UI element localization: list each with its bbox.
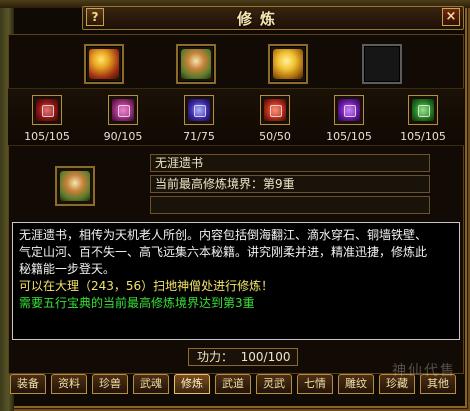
tab-cultivation[interactable]: 修炼 bbox=[174, 374, 210, 394]
red-book-icon bbox=[89, 49, 119, 79]
power-display: 功力： 100/100 bbox=[188, 348, 298, 366]
tab-emotions[interactable]: 七情 bbox=[297, 374, 333, 394]
skill-book-5[interactable] bbox=[334, 95, 364, 125]
treasure-slot-2[interactable] bbox=[176, 44, 216, 84]
tab-equipment[interactable]: 装备 bbox=[10, 374, 46, 394]
treasure-slot-3[interactable] bbox=[268, 44, 308, 84]
selected-item-extra bbox=[150, 196, 430, 214]
description-line-1: 无涯遗书，相传为天机老人所创。内容包括倒海翻江、滴水穿石、铜墙铁壁、 bbox=[19, 228, 428, 242]
skill-book-2[interactable] bbox=[108, 95, 138, 125]
gift-box-book-icon bbox=[60, 171, 90, 201]
skill-book-6-count: 105/105 bbox=[400, 130, 446, 143]
watermark: 神仙代售 bbox=[392, 363, 456, 379]
tab-pets[interactable]: 珍兽 bbox=[92, 374, 128, 394]
power-value: 100/100 bbox=[240, 350, 291, 364]
treasure-slot-empty[interactable] bbox=[362, 44, 402, 84]
skill-book-1-count: 105/105 bbox=[24, 130, 70, 143]
training-location[interactable]: 可以在大理（243，56）扫地神僧处进行修炼！ bbox=[19, 278, 453, 295]
skill-book-5-count: 105/105 bbox=[326, 130, 372, 143]
description-line-3: 秘籍能一步登天。 bbox=[19, 262, 116, 276]
gift-box-book-icon bbox=[181, 49, 211, 79]
skill-book-3[interactable] bbox=[184, 95, 214, 125]
selected-item-icon[interactable] bbox=[55, 166, 95, 206]
tab-martial-soul[interactable]: 武魂 bbox=[133, 374, 169, 394]
skill-book-1[interactable] bbox=[32, 95, 62, 125]
treasure-slot-1[interactable] bbox=[84, 44, 124, 84]
window-title: 修炼 bbox=[236, 10, 283, 28]
training-requirement: 需要五行宝典的当前最高修炼境界达到第3重 bbox=[19, 296, 255, 310]
power-label: 功力： bbox=[197, 350, 234, 364]
close-button[interactable]: × bbox=[442, 8, 460, 26]
skill-book-6[interactable] bbox=[408, 95, 438, 125]
description-box: 无涯遗书，相传为天机老人所创。内容包括倒海翻江、滴水穿石、铜墙铁壁、 气定山河、… bbox=[12, 222, 460, 340]
green-scroll-icon bbox=[412, 99, 434, 121]
tab-engraving[interactable]: 雕纹 bbox=[338, 374, 374, 394]
skill-book-2-count: 90/105 bbox=[103, 130, 143, 143]
gold-book-icon bbox=[273, 49, 303, 79]
tab-spirit-weapon[interactable]: 灵武 bbox=[256, 374, 292, 394]
skill-book-4-count: 50/50 bbox=[259, 130, 291, 143]
purple-scroll-icon bbox=[338, 99, 360, 121]
help-button[interactable]: ? bbox=[86, 8, 104, 26]
red-scroll-icon bbox=[36, 99, 58, 121]
tab-profile[interactable]: 资料 bbox=[51, 374, 87, 394]
skill-book-4[interactable] bbox=[260, 95, 290, 125]
orange-scroll-icon bbox=[264, 99, 286, 121]
skill-book-3-count: 71/75 bbox=[183, 130, 215, 143]
selected-item-name: 无涯遗书 bbox=[150, 154, 430, 172]
description-line-2: 气定山河、百不失一、高飞远集六本秘籍。讲究刚柔并进，精准迅捷，修炼此 bbox=[19, 245, 428, 259]
tab-martial-way[interactable]: 武道 bbox=[215, 374, 251, 394]
pink-scroll-icon bbox=[112, 99, 134, 121]
blue-scroll-icon bbox=[188, 99, 210, 121]
selected-item-level: 当前最高修炼境界：第9重 bbox=[150, 175, 430, 193]
